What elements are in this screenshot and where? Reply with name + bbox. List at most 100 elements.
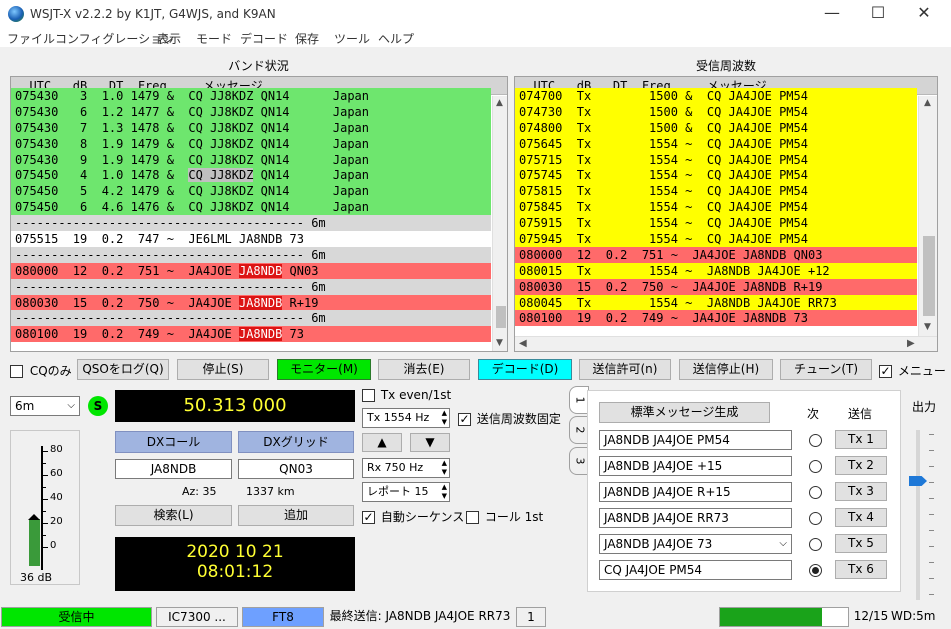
band-activity-row[interactable]: 075430 7 1.3 1478 & CQ JJ8KDZ QN14 Japan <box>11 119 491 136</box>
menu-tools[interactable]: ツール <box>334 30 370 47</box>
tx-to-rx-up-button[interactable]: ▲ <box>362 433 402 452</box>
band-activity-row[interactable]: 075430 9 1.9 1479 & CQ JJ8KDZ QN14 Japan <box>11 151 491 168</box>
spin-arrows-icon[interactable]: ▲ ▼ <box>442 459 447 477</box>
call-1st-checkbox[interactable] <box>466 511 479 524</box>
menu-decode[interactable]: デコード <box>240 30 288 47</box>
tx-message-field-2[interactable]: JA8NDB JA4JOE +15 <box>599 456 792 476</box>
rx-frequency-row[interactable]: 074700 Tx 1500 & CQ JA4JOE PM54 <box>515 88 917 104</box>
tx-1-button[interactable]: Tx 1 <box>835 430 887 449</box>
band-activity-row[interactable]: 075450 4 1.0 1478 & CQ JJ8KDZ QN14 Japan <box>11 167 491 184</box>
tx-3-button[interactable]: Tx 3 <box>835 482 887 501</box>
band-activity-row[interactable]: ----------------------------------------… <box>11 246 491 263</box>
rx-frequency-row[interactable]: 080015 Tx 1554 ~ JA8NDB JA4JOE +12 <box>515 262 917 279</box>
menu-view[interactable]: 表示 <box>157 30 181 47</box>
band-activity-row[interactable]: 075430 8 1.9 1479 & CQ JJ8KDZ QN14 Japan <box>11 135 491 152</box>
stop-button[interactable]: 停止(S) <box>177 359 269 380</box>
auto-seq-checkbox[interactable] <box>362 511 375 524</box>
band-activity-row[interactable]: 080000 12 0.2 751 ~ JA4JOE JA8NDB QN03 <box>11 262 491 279</box>
menus-control[interactable]: メニュー <box>879 362 946 379</box>
power-slider-track[interactable] <box>916 430 920 600</box>
tx-4-button[interactable]: Tx 4 <box>835 508 887 527</box>
band-activity-row[interactable]: 075430 6 1.2 1477 & CQ JJ8KDZ QN14 Japan <box>11 103 491 120</box>
tx-message-field-4[interactable]: JA8NDB JA4JOE RR73 <box>599 508 792 528</box>
band-activity-row[interactable]: ----------------------------------------… <box>11 215 491 232</box>
rx-to-tx-down-button[interactable]: ▼ <box>410 433 450 452</box>
dial-frequency-display[interactable]: 50.313 000 <box>115 390 355 422</box>
band-activity-row[interactable]: 075450 5 4.2 1479 & CQ JJ8KDZ QN14 Japan <box>11 183 491 200</box>
next-tx-radio-2[interactable] <box>809 460 822 473</box>
tx-2-button[interactable]: Tx 2 <box>835 456 887 475</box>
tab-1[interactable]: 1 <box>569 386 589 414</box>
menu-mode[interactable]: モード <box>196 30 232 47</box>
tx-message-field-6[interactable]: CQ JA4JOE PM54 <box>599 560 792 580</box>
add-button[interactable]: 追加 <box>238 505 354 526</box>
cq-only-control[interactable]: CQのみ <box>10 362 72 379</box>
band-activity-row[interactable]: 075515 19 0.2 747 ~ JE6LML JA8NDB 73 <box>11 231 491 247</box>
rx-frequency-row[interactable]: 080045 Tx 1554 ~ JA8NDB JA4JOE RR73 <box>515 294 917 311</box>
chevron-down-icon[interactable]: ⌵ <box>779 535 787 553</box>
rx-frequency-row[interactable]: 075845 Tx 1554 ~ CQ JA4JOE PM54 <box>515 199 917 216</box>
monitor-button[interactable]: モニター(M) <box>277 359 371 380</box>
next-tx-radio-6[interactable] <box>809 564 822 577</box>
tx-freq-spinbox[interactable]: Tx 1554 Hz ▲ ▼ <box>362 408 450 428</box>
band-activity-row[interactable]: ----------------------------------------… <box>11 278 491 295</box>
rx-frequency-list[interactable]: 074700 Tx 1500 & CQ JA4JOE PM54 074730 Tx… <box>515 88 917 328</box>
band-activity-scrollbar[interactable]: ▲ ▼ <box>492 96 507 351</box>
lookup-button[interactable]: 検索(L) <box>115 505 232 526</box>
menus-checkbox[interactable] <box>879 365 892 378</box>
band-select[interactable]: 6m ⌵ <box>10 396 80 416</box>
next-tx-radio-5[interactable] <box>809 538 822 551</box>
auto-seq-control[interactable]: 自動シーケンス <box>362 508 464 525</box>
log-qso-button[interactable]: QSOをログ(Q) <box>77 359 169 380</box>
rx-frequency-row[interactable]: 080100 19 0.2 749 ~ JA4JOE JA8NDB 73 <box>515 310 917 327</box>
band-activity-row[interactable]: ----------------------------------------… <box>11 310 491 327</box>
tx-message-field-3[interactable]: JA8NDB JA4JOE R+15 <box>599 482 792 502</box>
hold-tx-freq-control[interactable]: 送信周波数固定 <box>458 410 561 427</box>
rx-frequency-row[interactable]: 074800 Tx 1500 & CQ JA4JOE PM54 <box>515 119 917 136</box>
band-activity-pane[interactable]: UTC dB DT Freq メッセージ 075430 3 1.0 1479 &… <box>10 76 508 352</box>
rx-frequency-row[interactable]: 075815 Tx 1554 ~ CQ JA4JOE PM54 <box>515 183 917 200</box>
rx-frequency-row[interactable]: 075645 Tx 1554 ~ CQ JA4JOE PM54 <box>515 135 917 152</box>
minimize-button[interactable]: — <box>809 0 855 28</box>
tab-3[interactable]: 3 <box>569 447 589 475</box>
tx-6-button[interactable]: Tx 6 <box>835 560 887 579</box>
report-spinbox[interactable]: レポート 15 ▲ ▼ <box>362 482 450 502</box>
generate-std-msgs-button[interactable]: 標準メッセージ生成 <box>599 402 770 423</box>
halt-tx-button[interactable]: 送信停止(H) <box>679 359 773 380</box>
power-slider-handle[interactable] <box>909 476 927 486</box>
rx-frequency-row[interactable]: 075945 Tx 1554 ~ CQ JA4JOE PM54 <box>515 231 917 247</box>
band-activity-row[interactable]: 075430 3 1.0 1479 & CQ JJ8KDZ QN14 Japan <box>11 88 491 104</box>
band-activity-row[interactable]: 080030 15 0.2 750 ~ JA4JOE JA8NDB R+19 <box>11 294 491 311</box>
next-tx-radio-1[interactable] <box>809 434 822 447</box>
hold-tx-freq-checkbox[interactable] <box>458 413 471 426</box>
rx-frequency-row[interactable]: 075745 Tx 1554 ~ CQ JA4JOE PM54 <box>515 167 917 184</box>
tx-message-field-1[interactable]: JA8NDB JA4JOE PM54 <box>599 430 792 450</box>
band-activity-row[interactable]: 080100 19 0.2 749 ~ JA4JOE JA8NDB 73 <box>11 326 491 343</box>
decode-button[interactable]: デコード(D) <box>478 359 572 380</box>
dx-call-input[interactable]: JA8NDB <box>115 459 232 479</box>
band-activity-row[interactable]: 075450 6 4.6 1476 & CQ JJ8KDZ QN14 Japan <box>11 199 491 216</box>
rx-frequency-row[interactable]: 080000 12 0.2 751 ~ JA4JOE JA8NDB QN03 <box>515 246 917 263</box>
spin-arrows-icon[interactable]: ▲ ▼ <box>442 483 447 501</box>
erase-button[interactable]: 消去(E) <box>378 359 470 380</box>
rx-frequency-vscrollbar[interactable]: ▲ ▼ <box>918 96 937 336</box>
next-tx-radio-4[interactable] <box>809 512 822 525</box>
tx-even-control[interactable]: Tx even/1st <box>362 388 451 402</box>
rx-frequency-row[interactable]: 075915 Tx 1554 ~ CQ JA4JOE PM54 <box>515 215 917 232</box>
close-button[interactable]: ✕ <box>901 0 947 28</box>
spin-arrows-icon[interactable]: ▲ ▼ <box>442 409 447 427</box>
next-tx-radio-3[interactable] <box>809 486 822 499</box>
enable-tx-button[interactable]: 送信許可(n) <box>579 359 671 380</box>
tx-message-field-5[interactable]: JA8NDB JA4JOE 73 ⌵ <box>599 534 792 554</box>
dx-grid-input[interactable]: QN03 <box>238 459 354 479</box>
menu-save[interactable]: 保存 <box>295 30 319 47</box>
dx-call-button[interactable]: DXコール <box>115 431 232 453</box>
rx-frequency-pane[interactable]: UTC dB DT Freq メッセージ 074700 Tx 1500 & CQ… <box>514 76 938 352</box>
tx-5-button[interactable]: Tx 5 <box>835 534 887 553</box>
call-1st-control[interactable]: コール 1st <box>466 508 543 525</box>
rx-frequency-row[interactable]: 080030 15 0.2 750 ~ JA4JOE JA8NDB R+19 <box>515 278 917 295</box>
rx-frequency-row[interactable]: 074730 Tx 1500 & CQ JA4JOE PM54 <box>515 103 917 120</box>
scrollbar-thumb[interactable] <box>496 306 506 328</box>
tune-button[interactable]: チューン(T) <box>780 359 872 380</box>
cq-only-checkbox[interactable] <box>10 365 23 378</box>
